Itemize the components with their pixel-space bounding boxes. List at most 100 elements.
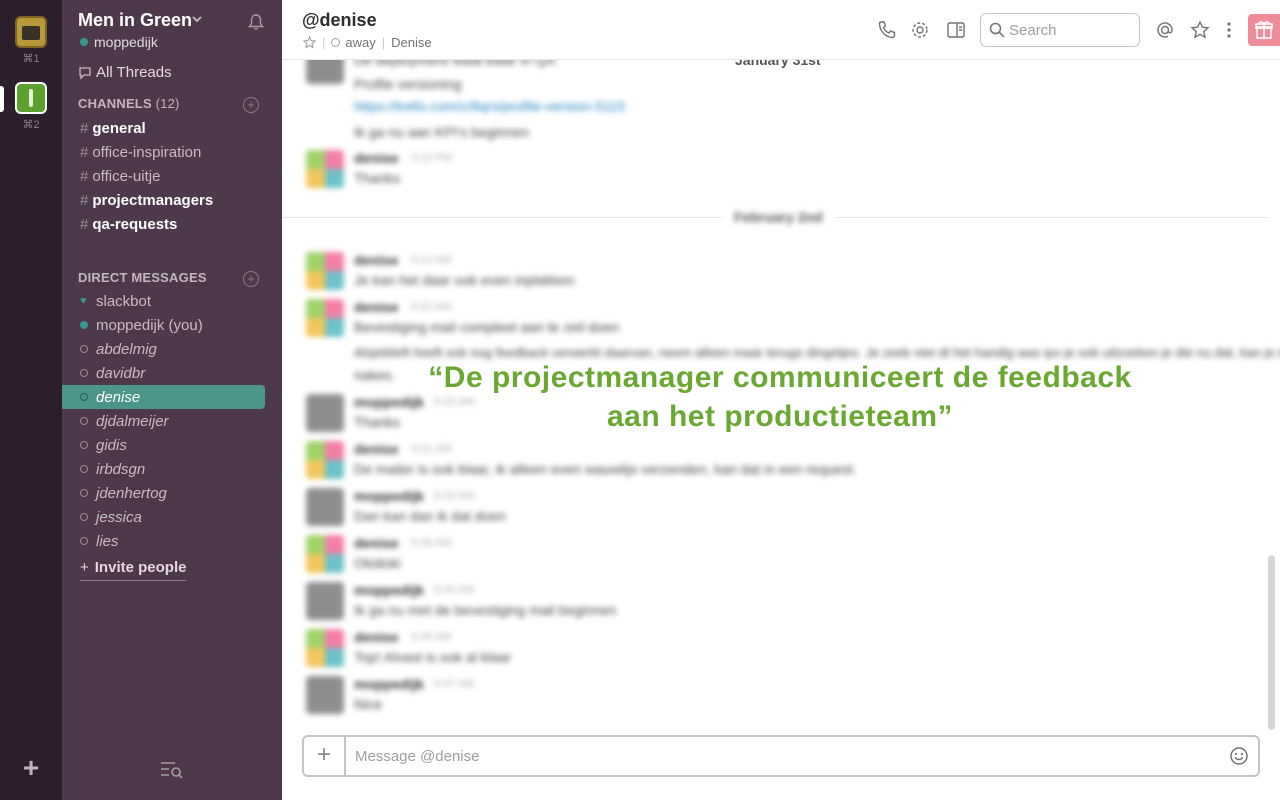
dm-name: moppedijk (you) bbox=[96, 316, 203, 334]
dm-item-slackbot[interactable]: ♥ slackbot bbox=[62, 289, 282, 313]
channel-item-projectmanagers[interactable]: # projectmanagers bbox=[62, 188, 282, 212]
workspace-1-icon[interactable] bbox=[15, 16, 47, 48]
channel-item-general[interactable]: # general bbox=[62, 116, 282, 140]
channel-item-office-uitje[interactable]: # office-uitje bbox=[62, 164, 282, 188]
away-status-icon bbox=[80, 417, 88, 425]
current-user[interactable]: moppedijk bbox=[80, 34, 158, 50]
dm-item-davidbr[interactable]: davidbr bbox=[62, 361, 282, 385]
message-author[interactable]: denise bbox=[354, 299, 398, 315]
channels-count: (12) bbox=[155, 96, 180, 111]
dm-name: abdelmig bbox=[96, 340, 157, 358]
team-name[interactable]: Men in Green bbox=[78, 10, 192, 31]
message-author[interactable]: denise bbox=[354, 252, 398, 268]
dm-item-irbdsgn[interactable]: irbdsgn bbox=[62, 457, 282, 481]
invite-people-link[interactable]: + Invite people bbox=[80, 559, 187, 581]
message-author[interactable]: denise bbox=[354, 629, 398, 645]
message-time: 9:47 AM bbox=[434, 678, 475, 690]
add-channel-button[interactable]: + bbox=[243, 97, 259, 113]
avatar bbox=[306, 441, 344, 479]
message-text: De deployment staat klaar in QA bbox=[354, 60, 556, 68]
channel-title[interactable]: @denise bbox=[302, 10, 377, 31]
channels-header[interactable]: CHANNELS (12) bbox=[78, 96, 180, 111]
message-time: 9:33 AM bbox=[434, 490, 475, 502]
chevron-down-icon[interactable] bbox=[192, 14, 202, 24]
dm-name: jdenhertog bbox=[96, 484, 167, 502]
message-composer: + bbox=[302, 735, 1260, 777]
direct-messages-header[interactable]: DIRECT MESSAGES bbox=[78, 270, 207, 285]
dm-item-djdalmeijer[interactable]: djdalmeijer bbox=[62, 409, 282, 433]
message-text: Top! Alvast is ook al klaar bbox=[354, 649, 512, 665]
separator: | bbox=[381, 35, 386, 50]
message-input[interactable] bbox=[346, 747, 1229, 765]
message-author[interactable]: moppedijk bbox=[354, 488, 424, 504]
message-time: 9:31 AM bbox=[411, 443, 452, 455]
details-pane-icon[interactable] bbox=[946, 20, 966, 40]
channel-name: projectmanagers bbox=[92, 191, 214, 209]
dm-item-lies[interactable]: lies bbox=[62, 529, 282, 553]
dm-name: jessica bbox=[96, 508, 142, 526]
channel-name: qa-requests bbox=[92, 215, 178, 233]
avatar bbox=[306, 535, 344, 573]
channel-header: @denise | away | Denise bbox=[282, 0, 1280, 60]
workspace-2-icon[interactable] bbox=[15, 82, 47, 114]
invite-people-label: Invite people bbox=[94, 559, 187, 576]
workspace-switcher: ⌘1 ⌘2 + bbox=[0, 0, 62, 800]
away-status-icon bbox=[331, 38, 341, 47]
channel-item-office-inspiration[interactable]: # office-inspiration bbox=[62, 140, 282, 164]
dm-item-gidis[interactable]: gidis bbox=[62, 433, 282, 457]
avatar bbox=[306, 676, 344, 714]
all-threads-link[interactable]: All Threads bbox=[78, 64, 172, 81]
mentions-icon[interactable] bbox=[1155, 20, 1175, 40]
away-status-icon bbox=[80, 345, 88, 353]
phone-icon[interactable] bbox=[877, 20, 897, 40]
gift-icon[interactable] bbox=[1248, 14, 1280, 46]
plus-icon: + bbox=[80, 559, 89, 576]
avatar bbox=[306, 252, 344, 290]
dm-name: gidis bbox=[96, 436, 127, 454]
message-text: Ik ga nu met de bevestiging mail beginne… bbox=[354, 602, 617, 618]
current-user-name: moppedijk bbox=[94, 34, 158, 50]
attach-file-button[interactable]: + bbox=[304, 737, 346, 775]
gear-icon[interactable] bbox=[910, 20, 930, 40]
message-author[interactable]: moppedijk bbox=[354, 582, 424, 598]
dm-name: davidbr bbox=[96, 364, 146, 382]
message-link[interactable]: https://trello.com/c/8qrs/profile-versio… bbox=[354, 98, 625, 114]
message-author[interactable]: moppedijk bbox=[354, 676, 424, 692]
dm-name: lies bbox=[96, 532, 119, 550]
emoji-icon[interactable] bbox=[1229, 746, 1249, 766]
online-status-icon bbox=[80, 321, 88, 329]
channel-item-qa-requests[interactable]: # qa-requests bbox=[62, 212, 282, 236]
message-scrollbar[interactable] bbox=[1268, 555, 1275, 730]
message-author[interactable]: denise bbox=[354, 150, 398, 166]
all-threads-label: All Threads bbox=[96, 64, 172, 81]
workspace-2-shortcut: ⌘2 bbox=[22, 119, 40, 131]
message-author[interactable]: denise bbox=[354, 535, 398, 551]
overlay-quote-line-2: aan het productieteam” bbox=[606, 400, 954, 433]
overlay-quote: “De projectmanager communiceert de feedb… bbox=[282, 358, 1278, 436]
away-status-icon bbox=[80, 441, 88, 449]
message-author[interactable]: denise bbox=[354, 441, 398, 457]
search-field[interactable] bbox=[980, 13, 1140, 47]
away-status-icon bbox=[80, 489, 88, 497]
message-text: Nice bbox=[354, 696, 383, 712]
dm-item-abdelmig[interactable]: abdelmig bbox=[62, 337, 282, 361]
add-workspace-button[interactable]: + bbox=[19, 754, 43, 782]
bell-icon[interactable] bbox=[247, 13, 265, 31]
dm-name: denise bbox=[96, 388, 141, 406]
quick-switcher-icon[interactable] bbox=[160, 760, 184, 780]
dm-item-jessica[interactable]: jessica bbox=[62, 505, 282, 529]
channel-meta: | away | Denise bbox=[303, 35, 432, 50]
dm-item-denise[interactable]: denise bbox=[62, 385, 265, 409]
dm-item-jdenhertog[interactable]: jdenhertog bbox=[62, 481, 282, 505]
starred-items-icon[interactable] bbox=[1190, 20, 1210, 40]
search-input[interactable] bbox=[1009, 21, 1129, 39]
search-icon bbox=[989, 22, 1005, 38]
message-text: Okidoki bbox=[354, 555, 401, 571]
message-text: Dan kan dan ik dat doen bbox=[354, 508, 506, 524]
more-options-icon[interactable] bbox=[1219, 20, 1239, 40]
add-dm-button[interactable]: + bbox=[243, 271, 259, 287]
dm-item-moppedijk[interactable]: moppedijk (you) bbox=[62, 313, 282, 337]
away-status-icon bbox=[80, 393, 88, 401]
star-icon[interactable] bbox=[303, 36, 316, 49]
avatar bbox=[306, 629, 344, 667]
